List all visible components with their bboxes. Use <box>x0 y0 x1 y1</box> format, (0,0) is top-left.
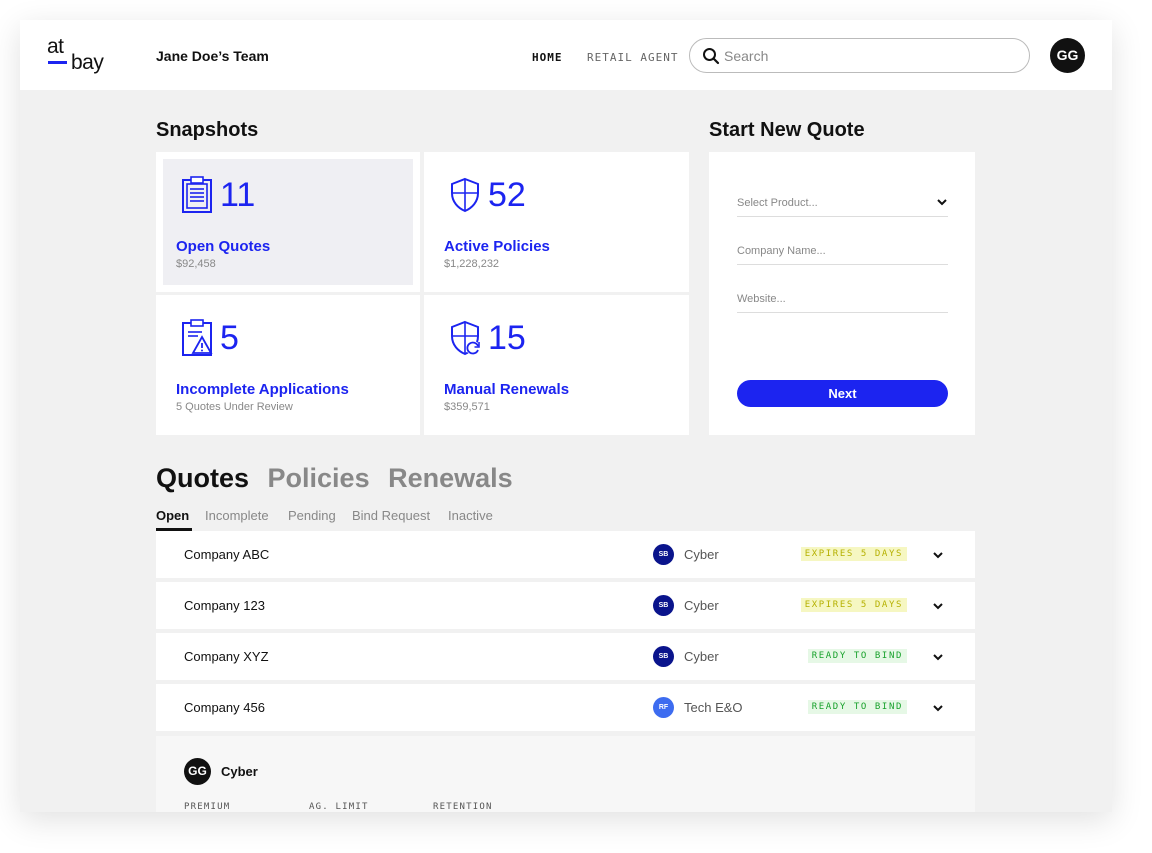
company-name-field[interactable]: Company Name... <box>737 241 948 265</box>
clipboard-warning-icon <box>182 319 213 356</box>
shield-refresh-icon <box>451 320 480 356</box>
nav-home[interactable]: HOME <box>532 51 563 64</box>
detail-avatar: GG <box>184 758 211 785</box>
subtab-inactive[interactable]: Inactive <box>448 508 493 523</box>
chevron-down-icon[interactable] <box>932 600 944 612</box>
subtab-pending[interactable]: Pending <box>288 508 336 523</box>
company-name-placeholder: Company Name... <box>737 245 826 257</box>
row-product: Cyber <box>684 547 719 562</box>
row-product: Cyber <box>684 598 719 613</box>
shield-icon <box>451 177 479 213</box>
quote-detail-panel: GG Cyber PREMIUM AG. LIMIT RETENTION <box>156 736 975 812</box>
search-box[interactable] <box>689 38 1030 73</box>
search-icon <box>703 48 720 65</box>
table-row[interactable]: Company 123 SB Cyber EXPIRES 5 DAYS <box>156 582 975 629</box>
new-quote-title: Start New Quote <box>709 119 865 141</box>
chevron-down-icon <box>937 199 947 206</box>
website-field[interactable]: Website... <box>737 289 948 313</box>
next-button[interactable]: Next <box>737 380 948 407</box>
row-product: Tech E&O <box>684 700 743 715</box>
team-name[interactable]: Jane Doe’s Team <box>156 48 269 64</box>
row-status-badge: EXPIRES 5 DAYS <box>800 547 907 561</box>
row-status-badge: READY TO BIND <box>807 700 907 714</box>
open-quotes-amount: $92,458 <box>176 258 216 270</box>
incomplete-applications-label: Incomplete Applications <box>176 381 349 398</box>
row-company: Company ABC <box>184 547 270 562</box>
row-company: Company XYZ <box>184 649 269 664</box>
column-premium: PREMIUM <box>184 802 231 812</box>
active-policies-count: 52 <box>488 176 526 214</box>
open-quotes-label: Open Quotes <box>176 238 271 255</box>
table-row[interactable]: Company 456 RF Tech E&O READY TO BIND <box>156 684 975 731</box>
row-product: Cyber <box>684 649 719 664</box>
tab-policies[interactable]: Policies <box>268 463 370 493</box>
column-ag-limit: AG. LIMIT <box>309 802 369 812</box>
snapshots-title: Snapshots <box>156 119 259 141</box>
tab-renewals[interactable]: Renewals <box>388 463 513 493</box>
active-policies-amount: $1,228,232 <box>444 258 500 270</box>
chevron-down-icon[interactable] <box>932 549 944 561</box>
snapshot-open-quotes[interactable]: 11 Open Quotes $92,458 <box>156 152 420 292</box>
search-input[interactable] <box>724 46 1014 66</box>
logo-text-top: at <box>47 35 64 58</box>
manual-renewals-label: Manual Renewals <box>444 381 570 398</box>
website-placeholder: Website... <box>737 293 786 305</box>
subtab-incomplete[interactable]: Incomplete <box>205 508 269 523</box>
top-bar: at bay Jane Doe’s Team HOME RETAIL AGENT… <box>20 20 1112 90</box>
row-agent-badge: SB <box>653 646 674 667</box>
active-policies-label: Active Policies <box>444 238 550 255</box>
table-row[interactable]: Company XYZ SB Cyber READY TO BIND <box>156 633 975 680</box>
open-quotes-count: 11 <box>220 176 256 214</box>
new-quote-panel: Select Product... Company Name... Websit… <box>709 152 975 435</box>
at-bay-logo[interactable]: at bay <box>47 36 117 76</box>
tab-quotes[interactable]: Quotes <box>156 463 249 493</box>
section-tabs: Quotes Policies Renewals <box>156 463 524 494</box>
logo-text-bottom: bay <box>71 51 104 74</box>
nav-retail-agent[interactable]: RETAIL AGENT <box>587 51 678 64</box>
row-company: Company 123 <box>184 598 265 613</box>
app-window: at bay Jane Doe’s Team HOME RETAIL AGENT… <box>20 20 1112 812</box>
subtab-open[interactable]: Open <box>156 508 189 523</box>
product-select[interactable]: Select Product... <box>737 193 948 217</box>
row-status-badge: EXPIRES 5 DAYS <box>800 598 907 612</box>
row-agent-badge: SB <box>653 595 674 616</box>
table-row[interactable]: Company ABC SB Cyber EXPIRES 5 DAYS <box>156 531 975 578</box>
incomplete-applications-count: 5 <box>220 319 239 357</box>
snapshot-incomplete-applications[interactable]: 5 Incomplete Applications 5 Quotes Under… <box>156 295 420 435</box>
clipboard-list-icon <box>182 176 212 213</box>
row-company: Company 456 <box>184 700 265 715</box>
product-select-placeholder: Select Product... <box>737 197 818 209</box>
subtab-bind-request[interactable]: Bind Request <box>352 508 430 523</box>
snapshot-manual-renewals[interactable]: 15 Manual Renewals $359,571 <box>424 295 689 435</box>
row-agent-badge: RF <box>653 697 674 718</box>
manual-renewals-count: 15 <box>488 319 526 357</box>
row-agent-badge: SB <box>653 544 674 565</box>
snapshot-active-policies[interactable]: 52 Active Policies $1,228,232 <box>424 152 689 292</box>
column-retention: RETENTION <box>433 802 493 812</box>
incomplete-applications-note: 5 Quotes Under Review <box>176 401 293 413</box>
chevron-down-icon[interactable] <box>932 651 944 663</box>
logo-accent-bar <box>48 61 67 64</box>
user-avatar[interactable]: GG <box>1050 38 1085 73</box>
row-status-badge: READY TO BIND <box>807 649 907 663</box>
detail-product: Cyber <box>221 764 258 779</box>
chevron-down-icon[interactable] <box>932 702 944 714</box>
manual-renewals-amount: $359,571 <box>444 401 490 413</box>
